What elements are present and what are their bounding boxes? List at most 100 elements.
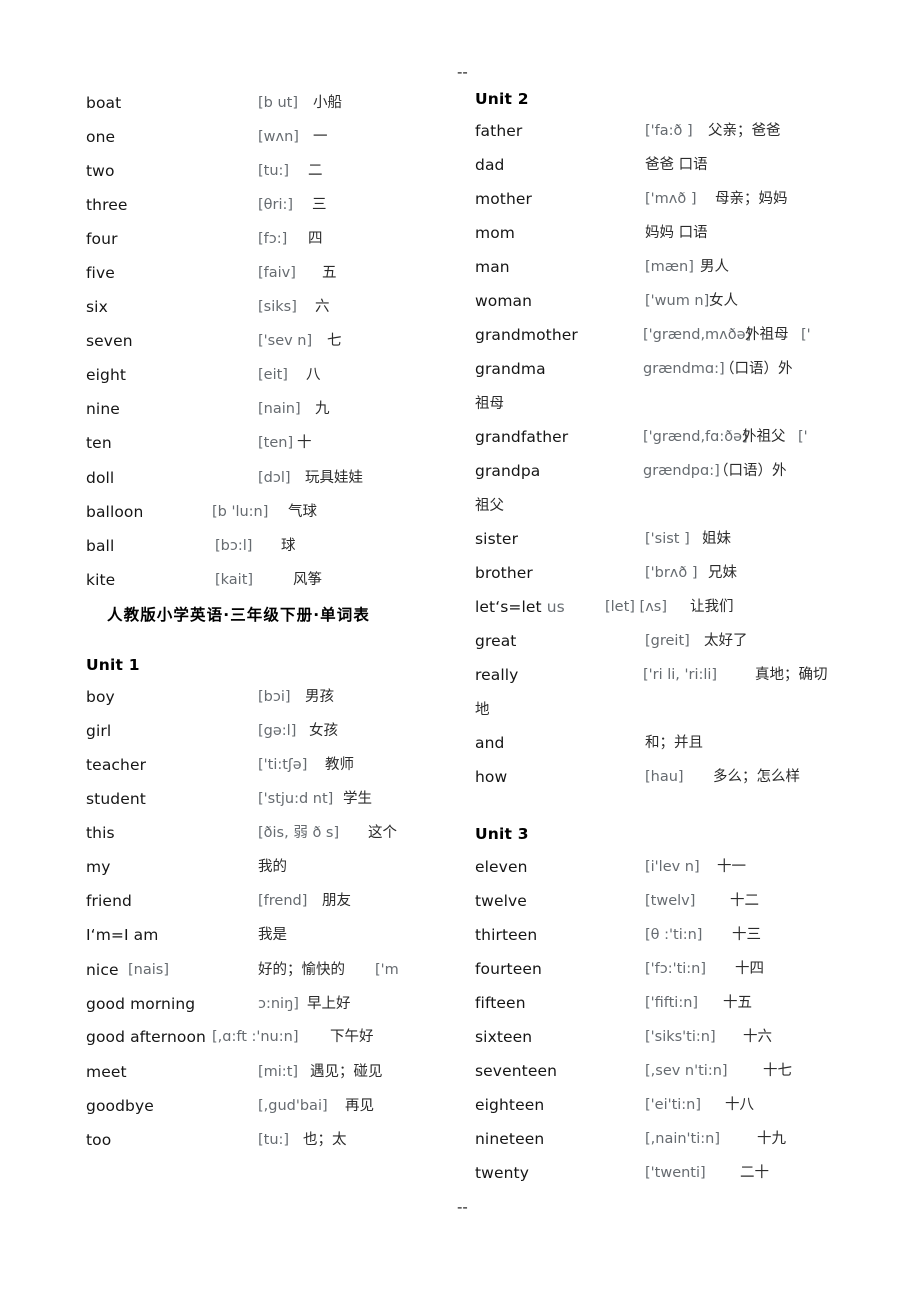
headword: fourteen bbox=[475, 960, 542, 978]
headword: and bbox=[475, 734, 505, 752]
meaning: 十八 bbox=[725, 1097, 754, 1113]
word-entry: eight [eit] 八 bbox=[0, 358, 455, 392]
phonetic: [kait] bbox=[215, 572, 254, 588]
headword: really bbox=[475, 666, 519, 684]
phonetic: ['mʌð ] bbox=[645, 191, 697, 207]
meaning: 我的 bbox=[258, 859, 287, 875]
word-entry: goodbye [,gud'bai] 再见 bbox=[0, 1089, 455, 1123]
phonetic: [eit] bbox=[258, 367, 288, 383]
meaning: 父亲；爸爸 bbox=[708, 123, 781, 139]
headword: grandmother bbox=[475, 326, 578, 344]
word-entry: and 和；并且 bbox=[455, 726, 920, 760]
meaning: 多么；怎么样 bbox=[713, 769, 800, 785]
phonetic-wrapped: grændpɑ:] bbox=[643, 463, 720, 479]
phonetic: [,gud'bai] bbox=[258, 1098, 328, 1114]
headword: nineteen bbox=[475, 1130, 545, 1148]
meaning: 十七 bbox=[763, 1063, 792, 1079]
headword: sixteen bbox=[475, 1028, 533, 1046]
word-entry: I‘m=I am 我是 bbox=[0, 918, 455, 952]
word-entry: boat [b ut] 小船 bbox=[0, 86, 455, 120]
word-entry: good morning ɔ:niŋ] 早上好 bbox=[0, 987, 455, 1021]
headword: teacher bbox=[86, 756, 147, 774]
phonetic: ['grænd,fɑ:ðə] bbox=[643, 429, 748, 445]
meaning-continuation: 地 bbox=[455, 693, 920, 727]
meaning: 三 bbox=[312, 197, 327, 213]
word-entry: meet [mi:t] 遇见；碰见 bbox=[0, 1055, 455, 1089]
meaning-wrapped: 祖父 bbox=[475, 498, 504, 514]
section-marker-bottom: -- bbox=[457, 1198, 468, 1216]
phonetic: [θ :'ti:n] bbox=[645, 927, 703, 943]
headword: five bbox=[86, 264, 115, 282]
headword: too bbox=[86, 1131, 112, 1149]
headword: good afternoon bbox=[86, 1028, 206, 1046]
word-entry: mother ['mʌð ] 母亲；妈妈 bbox=[455, 182, 920, 216]
headword: woman bbox=[475, 292, 533, 310]
word-entry: too [tu:] 也；太 bbox=[0, 1123, 455, 1157]
phonetic: ['grænd,mʌðə] bbox=[643, 327, 752, 343]
phonetic: [gə:l] bbox=[258, 723, 297, 739]
phonetic-wrapped: grændmɑ:] bbox=[643, 361, 725, 377]
meaning: 四 bbox=[308, 231, 323, 247]
meaning: 下午好 bbox=[330, 1029, 374, 1045]
meaning: 小船 bbox=[313, 95, 342, 111]
phonetic: [tu:] bbox=[258, 163, 290, 179]
phonetic: [tu:] bbox=[258, 1132, 290, 1148]
headword: fifteen bbox=[475, 994, 526, 1012]
word-entry: this [ðis, 弱 ð s] 这个 bbox=[0, 816, 455, 850]
word-entry: fourteen ['fɔ:'ti:n] 十四 bbox=[455, 952, 920, 986]
headword: father bbox=[475, 122, 523, 140]
meaning: 玩具娃娃 bbox=[305, 470, 363, 486]
word-entry: friend [frend] 朋友 bbox=[0, 884, 455, 918]
meaning: 和；并且 bbox=[645, 735, 703, 751]
phonetic-fragment: [' bbox=[798, 429, 808, 445]
word-entry: sister ['sist ] 姐妹 bbox=[455, 522, 920, 556]
phonetic: ['ti:tʃə] bbox=[258, 757, 308, 773]
meaning: 七 bbox=[327, 333, 342, 349]
headword: man bbox=[475, 258, 510, 276]
phonetic: [mi:t] bbox=[258, 1064, 299, 1080]
phonetic: [fɔ:] bbox=[258, 231, 288, 247]
headword: nine bbox=[86, 400, 120, 418]
word-entry: how [hau] 多么；怎么样 bbox=[455, 760, 920, 794]
phonetic-wrapped: ɔ:niŋ] bbox=[258, 996, 299, 1012]
meaning: 真地；确切 bbox=[755, 667, 828, 683]
word-entry: twelve [twelv] 十二 bbox=[455, 884, 920, 918]
meaning: 让我们 bbox=[690, 599, 734, 615]
unit-heading-1: Unit 1 bbox=[86, 656, 140, 674]
word-entry: ball [bɔ:l] 球 bbox=[0, 529, 455, 563]
meaning: 十九 bbox=[757, 1131, 786, 1147]
word-entry: fifteen ['fifti:n] 十五 bbox=[455, 986, 920, 1020]
meaning: 十 bbox=[297, 435, 312, 451]
word-entry: student ['stju:d nt] 学生 bbox=[0, 782, 455, 816]
meaning: 我是 bbox=[258, 927, 287, 943]
headword: grandpa bbox=[475, 462, 541, 480]
phonetic: [twelv] bbox=[645, 893, 696, 909]
word-entry: three [θri:] 三 bbox=[0, 188, 455, 222]
phonetic: [θri:] bbox=[258, 197, 294, 213]
headword: boat bbox=[86, 94, 122, 112]
phonetic: [ðis, 弱 ð s] bbox=[258, 825, 340, 841]
word-entry: twenty ['twenti] 二十 bbox=[455, 1156, 920, 1190]
phonetic: ['fifti:n] bbox=[645, 995, 699, 1011]
meaning: 好的；愉快的 bbox=[258, 962, 345, 978]
phonetic: [b 'lu:n] bbox=[212, 504, 269, 520]
meaning: （口语）外 bbox=[720, 361, 793, 377]
phonetic-fragment: [' bbox=[801, 327, 811, 343]
word-entry: eighteen ['ei'ti:n] 十八 bbox=[455, 1088, 920, 1122]
meaning: 教师 bbox=[325, 757, 354, 773]
headword: dad bbox=[475, 156, 505, 174]
word-entry: great [greit] 太好了 bbox=[455, 624, 920, 658]
headword: twelve bbox=[475, 892, 527, 910]
word-entry: my 我的 bbox=[0, 850, 455, 884]
meaning: 十四 bbox=[735, 961, 764, 977]
phonetic: [let] [ʌs] bbox=[605, 599, 668, 615]
meaning: 遇见；碰见 bbox=[310, 1064, 383, 1080]
meaning: 朋友 bbox=[322, 893, 351, 909]
word-entry: seven ['sev n] 七 bbox=[0, 324, 455, 358]
phonetic: ['wum n] bbox=[645, 293, 710, 309]
meaning: 九 bbox=[315, 401, 330, 417]
headword: good morning bbox=[86, 995, 196, 1013]
unit-heading-3: Unit 3 bbox=[475, 825, 529, 843]
phonetic: [,nain'ti:n] bbox=[645, 1131, 720, 1147]
phonetic: [nain] bbox=[258, 401, 301, 417]
